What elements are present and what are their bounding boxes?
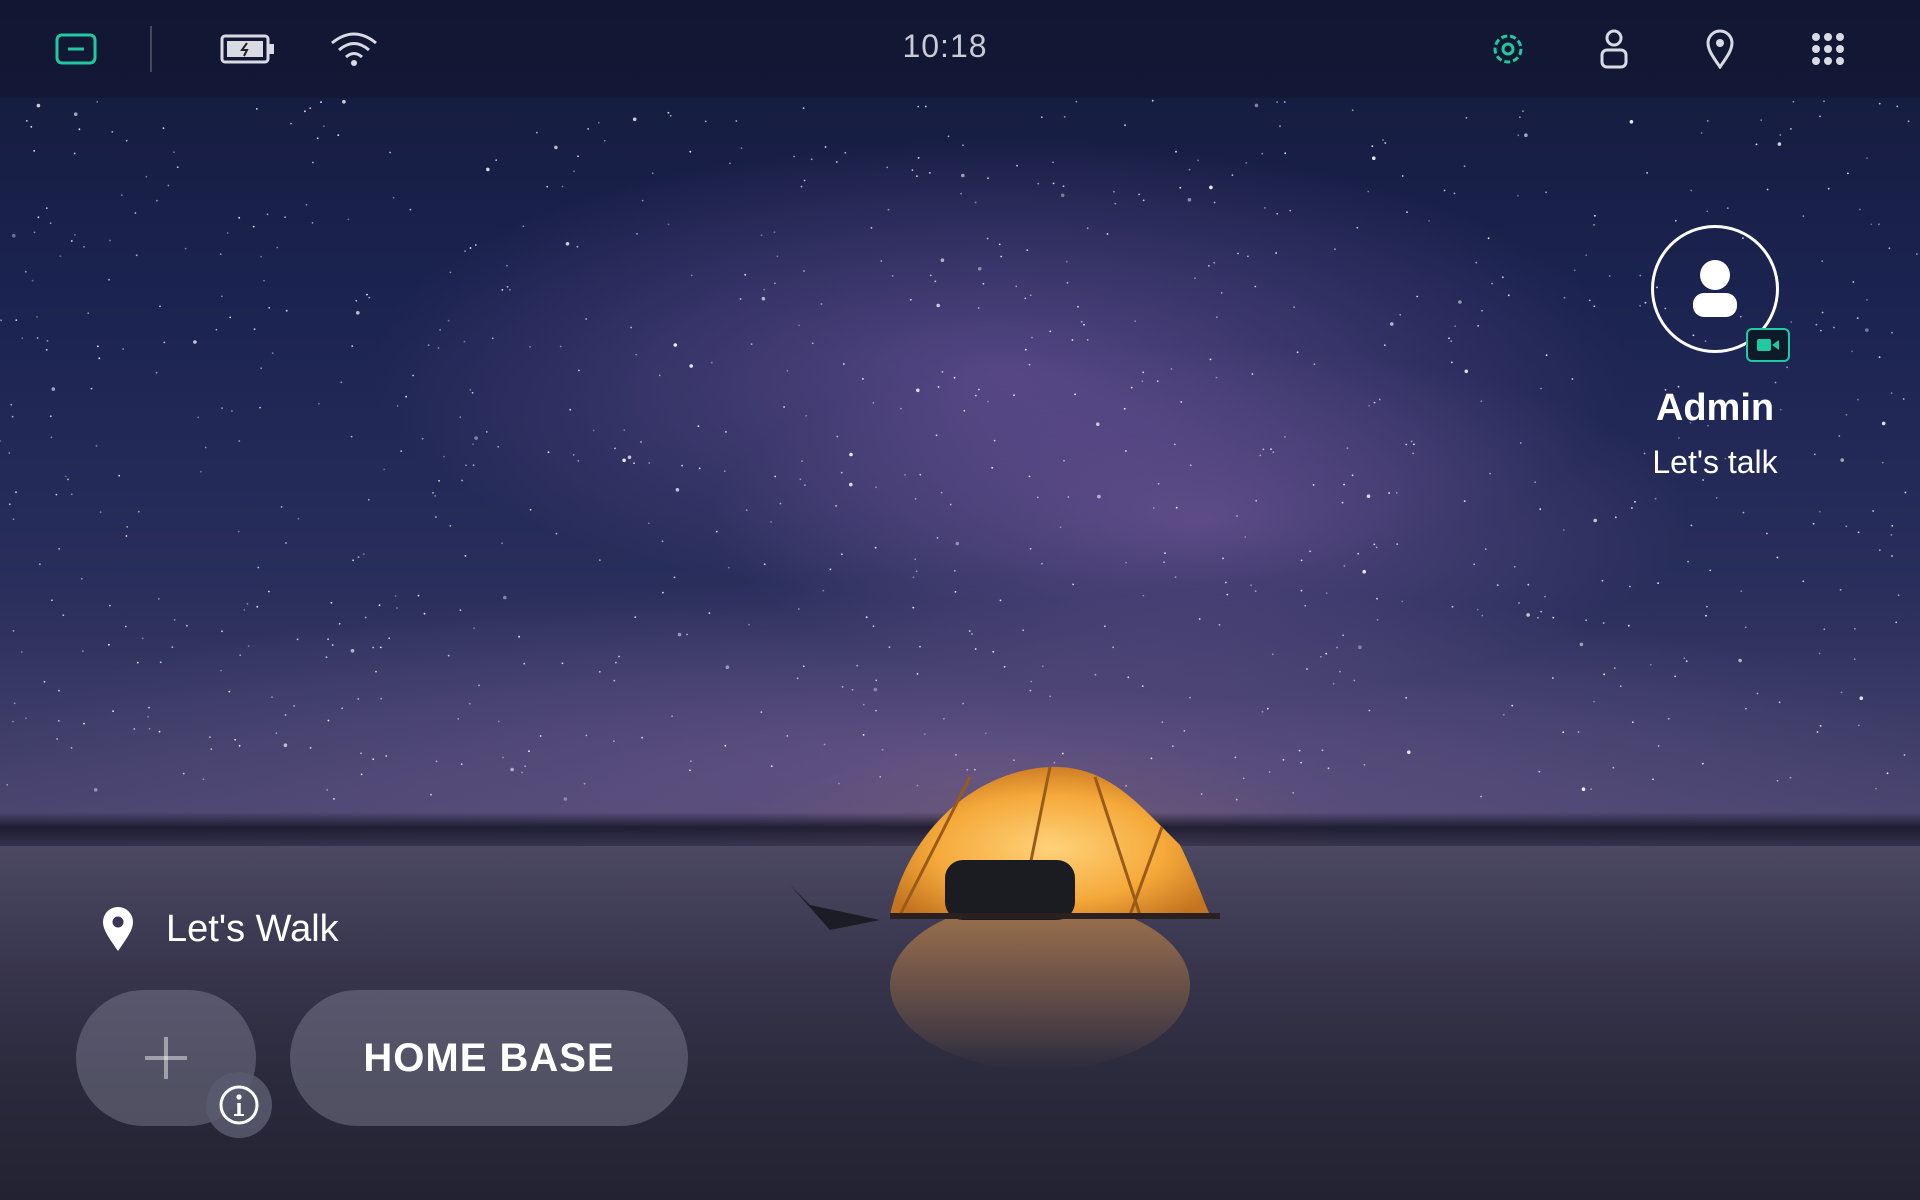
battery-icon: [218, 22, 278, 76]
contact-card[interactable]: Admin Let's talk: [1620, 225, 1810, 481]
info-icon: [219, 1085, 259, 1125]
wifi-icon: [328, 22, 380, 76]
status-bar: 10:18: [0, 0, 1920, 98]
location-pin-icon[interactable]: [1698, 22, 1742, 76]
tent-illustration: [790, 766, 1220, 1070]
apps-grid-icon[interactable]: [1804, 22, 1852, 76]
location-pin-icon: [103, 907, 133, 951]
info-button[interactable]: [206, 1072, 272, 1138]
location-indicator[interactable]: Let's Walk: [100, 905, 339, 953]
home-base-button[interactable]: HOME BASE: [290, 990, 688, 1126]
user-icon[interactable]: [1592, 22, 1636, 76]
video-camera-icon: [1746, 328, 1790, 362]
tablet-icon[interactable]: [48, 22, 104, 76]
settings-icon[interactable]: [1484, 22, 1532, 76]
status-divider: [150, 26, 152, 72]
clock: 10:18: [902, 28, 988, 64]
contact-name: Admin: [1655, 387, 1775, 429]
contact-subtitle: Let's talk: [1652, 444, 1778, 480]
avatar[interactable]: [1651, 225, 1790, 362]
location-label: Let's Walk: [166, 907, 339, 950]
person-icon: [1693, 260, 1737, 317]
plus-icon: [145, 1037, 187, 1079]
